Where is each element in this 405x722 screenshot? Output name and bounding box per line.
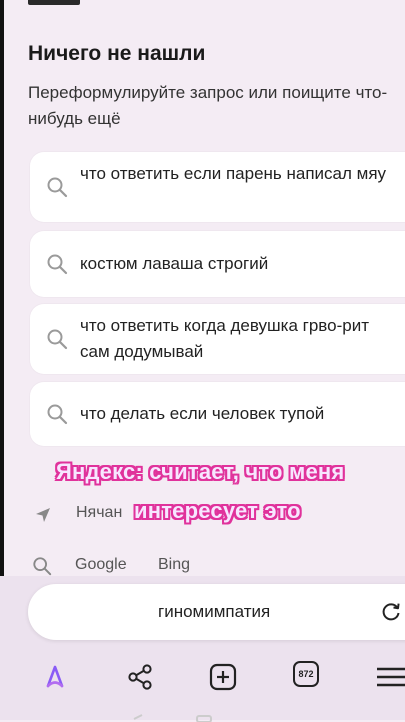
system-back-icon[interactable] [130, 714, 146, 722]
search-query: гиномимпатия [158, 602, 271, 621]
search-icon [47, 254, 68, 275]
suggestion-item[interactable]: костюм лаваша строгий [30, 231, 405, 297]
system-nav-bar [0, 704, 405, 722]
search-icon [33, 557, 52, 576]
share-icon[interactable] [123, 660, 157, 694]
menu-icon[interactable] [373, 660, 405, 694]
tabs-icon[interactable]: 872 [293, 661, 319, 687]
overlay-caption-line-2: интересует это [134, 498, 301, 523]
search-icon [47, 177, 68, 198]
alice-icon[interactable] [38, 660, 72, 694]
search-engines-row: Google Bing [30, 554, 230, 578]
top-indicator [28, 0, 80, 5]
suggestion-text: костюм лаваша строгий [80, 254, 269, 273]
search-icon [47, 404, 68, 425]
page-subtitle: Переформулируйте запрос или поищите что-… [28, 83, 388, 128]
system-home-icon[interactable] [196, 714, 212, 722]
overlay-caption-line-1: Яндекс: считает, что меня [56, 459, 345, 484]
engine-google[interactable]: Google [75, 556, 127, 574]
reload-icon[interactable] [380, 600, 402, 622]
engine-bing[interactable]: Bing [158, 556, 190, 574]
search-bar[interactable]: гиномимпатия [28, 584, 405, 640]
suggestion-text: что ответить если парень написал мяу [80, 164, 387, 183]
location-arrow-icon [36, 508, 50, 522]
suggestion-text: что делать если человек тупой [80, 404, 325, 423]
suggestion-item[interactable]: что ответить если парень написал мяу [30, 152, 405, 222]
page-title: Ничего не нашли [28, 42, 206, 65]
new-tab-icon[interactable] [206, 660, 240, 694]
location-label: Нячан [76, 504, 123, 521]
search-icon [47, 329, 68, 350]
suggestion-text: что ответить когда девушка грво-рит сам … [80, 316, 369, 361]
location-suggestion[interactable]: Нячан [30, 500, 150, 530]
bottom-navbar [0, 648, 405, 704]
suggestion-item[interactable]: что ответить когда девушка грво-рит сам … [30, 304, 405, 374]
suggestion-item[interactable]: что делать если человек тупой [30, 382, 405, 446]
